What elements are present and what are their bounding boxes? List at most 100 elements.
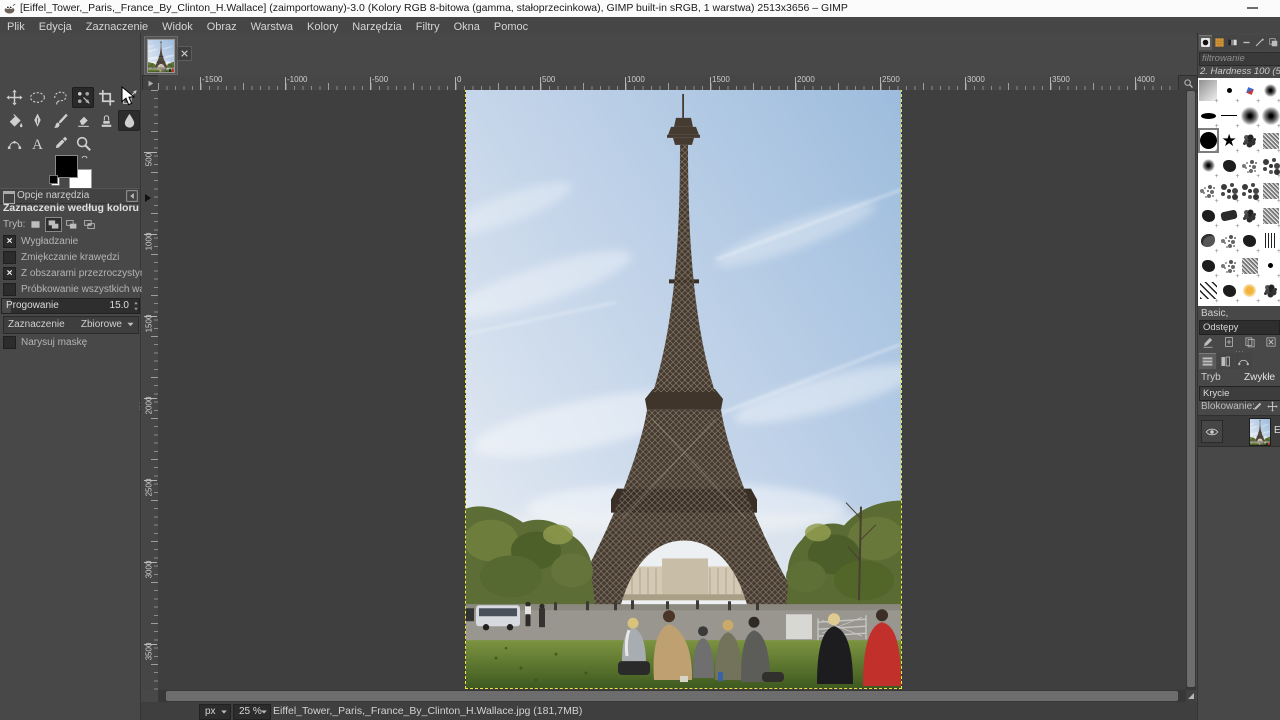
close-image-button[interactable]: [177, 46, 192, 61]
brush-dlines[interactable]: [1198, 278, 1219, 303]
dock-resize-grip[interactable]: ⋮: [135, 403, 139, 425]
image-tab[interactable]: [144, 36, 178, 75]
draw-mask-checkbox[interactable]: Narysuj maskę: [3, 336, 87, 350]
duplicate-brush-button[interactable]: [1242, 334, 1258, 349]
eraser-tool-button[interactable]: [72, 110, 94, 131]
brush-vlines[interactable]: [1260, 228, 1280, 253]
brush-star[interactable]: ★: [1219, 128, 1240, 153]
layer-row[interactable]: Eif: [1198, 415, 1280, 447]
horizontal-scrollbar-thumb[interactable]: [166, 691, 1178, 701]
checkbox-icon[interactable]: ×: [3, 235, 16, 248]
brush-dot[interactable]: [1260, 253, 1280, 278]
layers-tab[interactable]: [1199, 353, 1216, 369]
canvas-image[interactable]: [466, 90, 901, 688]
fonts-tab[interactable]: [1240, 35, 1253, 50]
checkbox-3[interactable]: ×Z obszarami przezroczystymi: [3, 267, 150, 281]
text-tool-button[interactable]: A: [26, 133, 48, 154]
crop-tool-button[interactable]: [95, 87, 117, 108]
lock-position-button[interactable]: [1265, 399, 1279, 413]
navigation-preview-button[interactable]: [1186, 690, 1196, 702]
paths-dock-tab[interactable]: [1235, 353, 1252, 369]
vertical-ruler[interactable]: 500100015002000250030003500: [142, 90, 159, 690]
title-bar[interactable]: [Eiffel_Tower,_Paris,_France_By_Clinton_…: [0, 0, 1280, 17]
blur-tool-button[interactable]: [118, 110, 140, 131]
spacing-slider[interactable]: Odstępy: [1199, 320, 1280, 335]
brush-blob[interactable]: [1240, 228, 1261, 253]
swap-colors-icon[interactable]: [79, 153, 92, 165]
minimize-button[interactable]: [1247, 7, 1258, 9]
brush-filter-input[interactable]: filtrowanie: [1199, 52, 1280, 66]
brush-speckle[interactable]: [1219, 253, 1240, 278]
brush-chalk[interactable]: [1260, 128, 1280, 153]
select-by-color-tool-button[interactable]: [72, 87, 94, 108]
checkbox-icon[interactable]: [3, 283, 16, 296]
checkbox-1[interactable]: ×Wygładzanie: [3, 235, 78, 249]
canvas-viewport[interactable]: [158, 90, 1186, 690]
gradients-tab[interactable]: [1226, 35, 1239, 50]
brush-chalk[interactable]: [1260, 303, 1280, 306]
brush-circle[interactable]: [1198, 128, 1219, 153]
move-tool-button[interactable]: [3, 87, 25, 108]
brush-blob[interactable]: [1198, 253, 1219, 278]
brush-grunge[interactable]: [1198, 228, 1219, 253]
checkbox-icon[interactable]: ×: [3, 267, 16, 280]
checkbox-2[interactable]: Zmiękczanie krawędzi: [3, 251, 119, 265]
threshold-slider[interactable]: Progowanie 15.0: [1, 298, 140, 314]
spinner-icon[interactable]: [132, 299, 140, 313]
checkbox-icon[interactable]: [3, 251, 16, 264]
horizontal-scrollbar[interactable]: [158, 690, 1186, 702]
brush-splat[interactable]: [1260, 278, 1280, 303]
brush-dot[interactable]: [1219, 78, 1240, 103]
brush-ellipse[interactable]: [1198, 103, 1219, 128]
clone-tool-button[interactable]: [95, 110, 117, 131]
ink-tool-button[interactable]: [26, 110, 48, 131]
layer-visibility-toggle[interactable]: [1201, 420, 1223, 443]
lock-pixels-button[interactable]: [1250, 399, 1264, 413]
bucket-fill-tool-button[interactable]: [3, 110, 25, 131]
mode-add-button[interactable]: [45, 217, 62, 232]
brush-speckle[interactable]: [1219, 303, 1240, 306]
brush-gradsq[interactable]: [1198, 78, 1219, 103]
paths-tool-button[interactable]: [3, 133, 25, 154]
brush-softbig[interactable]: [1260, 103, 1280, 128]
free-select-tool-button[interactable]: [49, 87, 71, 108]
brush-blob[interactable]: [1219, 278, 1240, 303]
horizontal-ruler[interactable]: -1500-1000-50005001000150020002500300035…: [158, 75, 1178, 91]
ellipse-select-tool-button[interactable]: [26, 87, 48, 108]
history-tab[interactable]: [1253, 35, 1266, 50]
brush-chalk[interactable]: [1240, 253, 1261, 278]
delete-brush-button[interactable]: [1263, 334, 1279, 349]
transform-tool-button[interactable]: [118, 87, 140, 108]
mode-replace-button[interactable]: [27, 217, 44, 232]
brush-mark[interactable]: [1240, 78, 1261, 103]
brush-pebbles[interactable]: [1240, 178, 1261, 203]
panel-menu-icon[interactable]: [126, 190, 138, 202]
edit-brush-button[interactable]: [1200, 334, 1216, 349]
brush-blob[interactable]: [1219, 153, 1240, 178]
patterns-tab[interactable]: [1213, 35, 1226, 50]
vertical-scrollbar-thumb[interactable]: [1187, 91, 1195, 687]
brush-softbig[interactable]: [1240, 103, 1261, 128]
clipboard-tab[interactable]: [1267, 35, 1280, 50]
channels-tab[interactable]: [1217, 353, 1234, 369]
unit-dropdown[interactable]: px: [199, 704, 231, 720]
brush-speckle[interactable]: [1219, 228, 1240, 253]
mode-intersect-button[interactable]: [81, 217, 98, 232]
brush-chalk[interactable]: [1260, 203, 1280, 228]
brush-speckle[interactable]: [1198, 178, 1219, 203]
brush-splat[interactable]: [1240, 128, 1261, 153]
mode-subtract-button[interactable]: [63, 217, 80, 232]
zoom-tool-button[interactable]: [72, 133, 94, 154]
layer-mode-dropdown[interactable]: Zwykłe: [1244, 372, 1275, 383]
brush-pebbles[interactable]: [1260, 153, 1280, 178]
paintbrush-tool-button[interactable]: [49, 110, 71, 131]
checkbox-4[interactable]: Próbkowanie wszystkich warst: [3, 283, 156, 297]
brush-blob[interactable]: [1240, 303, 1261, 306]
default-colors-icon[interactable]: [49, 175, 60, 186]
brush-speckle[interactable]: [1240, 153, 1261, 178]
brushes-tab[interactable]: [1199, 35, 1212, 50]
brush-chalk[interactable]: [1260, 178, 1280, 203]
brush-blob[interactable]: [1198, 203, 1219, 228]
brush-soft[interactable]: [1260, 78, 1280, 103]
brush-soft[interactable]: [1198, 153, 1219, 178]
